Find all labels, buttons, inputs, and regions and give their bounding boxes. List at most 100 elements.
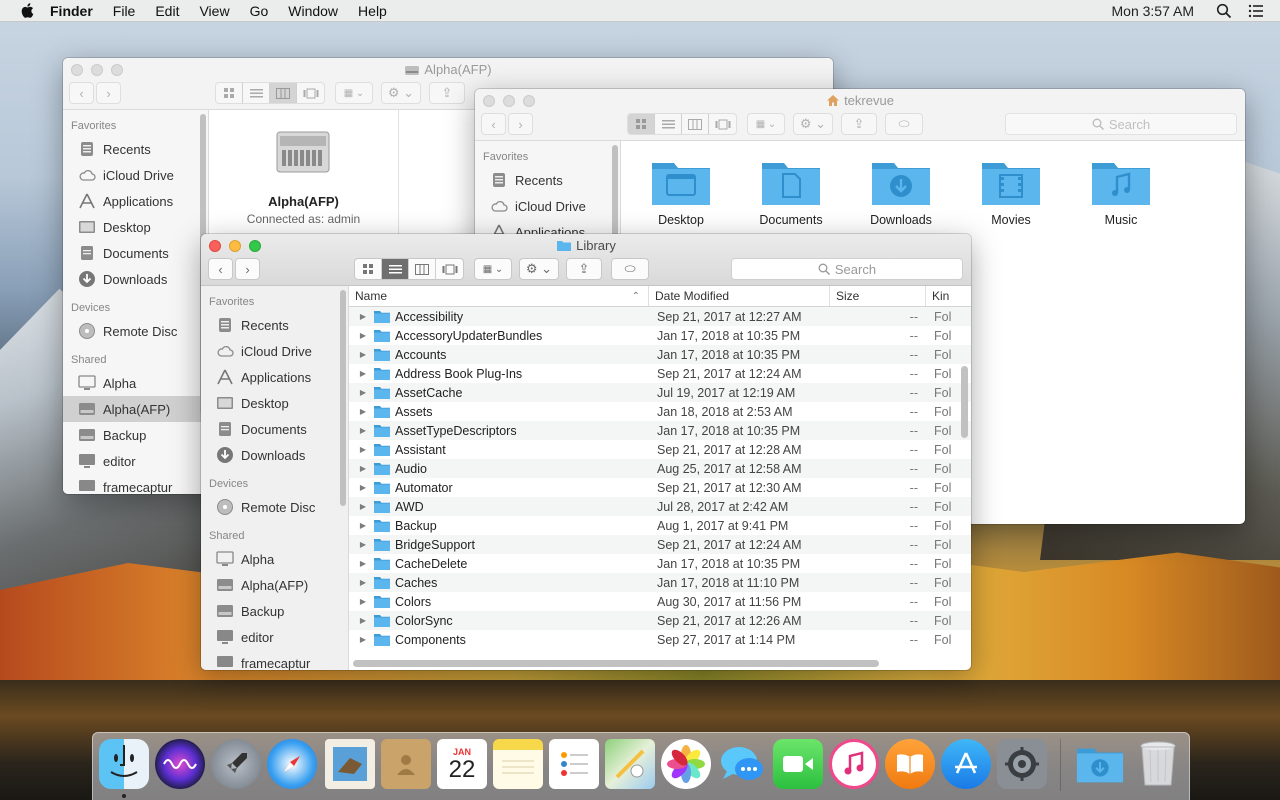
dock-notes[interactable] [493, 739, 543, 789]
table-row[interactable]: ▶AudioAug 25, 2017 at 12:58 AM--Fol [349, 459, 971, 478]
share-button[interactable]: ⇪ [566, 258, 602, 280]
table-row[interactable]: ▶AssistantSep 21, 2017 at 12:28 AM--Fol [349, 440, 971, 459]
back-button[interactable]: ‹ [69, 82, 94, 104]
dock-downloads-folder[interactable] [1075, 739, 1125, 789]
table-row[interactable]: ▶AccessibilitySep 21, 2017 at 12:27 AM--… [349, 307, 971, 326]
tags-button[interactable]: ⬭ [611, 258, 649, 280]
sidebar-item-icloud-drive[interactable]: iCloud Drive [475, 193, 620, 219]
sidebar-item-applications[interactable]: Applications [63, 188, 208, 214]
sidebar-item-downloads[interactable]: Downloads [201, 442, 348, 468]
sidebar-item-remote-disc[interactable]: Remote Disc [63, 318, 208, 344]
sidebar-item-desktop[interactable]: Desktop [201, 390, 348, 416]
share-button[interactable]: ⇪ [841, 113, 877, 135]
sidebar-item-editor[interactable]: editor [201, 624, 348, 650]
menu-go[interactable]: Go [250, 3, 269, 19]
table-row[interactable]: ▶AssetCacheJul 19, 2017 at 12:19 AM--Fol [349, 383, 971, 402]
sidebar-item-backup[interactable]: Backup [201, 598, 348, 624]
dock-safari[interactable] [267, 739, 317, 789]
table-row[interactable]: ▶ComponentsSep 27, 2017 at 1:14 PM--Fol [349, 630, 971, 649]
sidebar-item-alpha-afp[interactable]: Alpha(AFP) [63, 396, 208, 422]
folder-documents[interactable]: Documents [746, 155, 836, 227]
forward-button[interactable]: › [96, 82, 121, 104]
back-button[interactable]: ‹ [208, 258, 233, 280]
column-view-button[interactable] [682, 114, 709, 134]
dock-facetime[interactable] [773, 739, 823, 789]
disclosure-triangle-icon[interactable]: ▶ [353, 426, 373, 435]
view-mode-segment[interactable] [215, 82, 325, 104]
sidebar-item-framecaptur[interactable]: framecaptur [201, 650, 348, 670]
table-row[interactable]: ▶AccountsJan 17, 2018 at 10:35 PM--Fol [349, 345, 971, 364]
sidebar-item-downloads[interactable]: Downloads [63, 266, 208, 292]
window-titlebar[interactable]: tekrevue ‹ › ▦ ⌄ ⚙ ⌄ ⇪ ⬭ Search [475, 89, 1245, 141]
column-header-date[interactable]: Date Modified [649, 286, 830, 306]
sidebar-item-alpha[interactable]: Alpha [63, 370, 208, 396]
list-view-button[interactable] [655, 114, 682, 134]
dock-siri[interactable] [155, 739, 205, 789]
apple-menu-icon[interactable] [20, 2, 36, 19]
disclosure-triangle-icon[interactable]: ▶ [353, 578, 373, 587]
table-row[interactable]: ▶AssetTypeDescriptorsJan 17, 2018 at 10:… [349, 421, 971, 440]
disclosure-triangle-icon[interactable]: ▶ [353, 464, 373, 473]
dock-ibooks[interactable] [885, 739, 935, 789]
sidebar-item-icloud-drive[interactable]: iCloud Drive [63, 162, 208, 188]
share-button[interactable]: ⇪ [429, 82, 465, 104]
vertical-scrollbar[interactable] [961, 366, 968, 438]
disclosure-triangle-icon[interactable]: ▶ [353, 616, 373, 625]
gallery-view-button[interactable] [297, 83, 324, 103]
sidebar-item-alpha[interactable]: Alpha [201, 546, 348, 572]
disclosure-triangle-icon[interactable]: ▶ [353, 635, 373, 644]
back-button[interactable]: ‹ [481, 113, 506, 135]
icon-view-button[interactable] [216, 83, 243, 103]
view-mode-segment[interactable] [627, 113, 737, 135]
sidebar-item-applications[interactable]: Applications [201, 364, 348, 390]
column-header-kind[interactable]: Kin [926, 286, 949, 306]
table-row[interactable]: ▶AutomatorSep 21, 2017 at 12:30 AM--Fol [349, 478, 971, 497]
menu-window[interactable]: Window [288, 3, 338, 19]
dock-messages[interactable] [717, 739, 767, 789]
tags-button[interactable]: ⬭ [885, 113, 923, 135]
table-row[interactable]: ▶BackupAug 1, 2017 at 9:41 PM--Fol [349, 516, 971, 535]
disclosure-triangle-icon[interactable]: ▶ [353, 502, 373, 511]
group-by-button[interactable]: ▦ ⌄ [747, 113, 785, 135]
sidebar-item-desktop[interactable]: Desktop [63, 214, 208, 240]
table-row[interactable]: ▶ColorsAug 30, 2017 at 11:56 PM--Fol [349, 592, 971, 611]
dock-calendar[interactable]: JAN 22 [437, 739, 487, 789]
gallery-view-button[interactable] [436, 259, 463, 279]
spotlight-icon[interactable] [1216, 3, 1232, 19]
window-titlebar[interactable]: Library ‹ › ▦ ⌄ ⚙ ⌄ ⇪ ⬭ Search [201, 234, 971, 286]
sidebar-item-documents[interactable]: Documents [63, 240, 208, 266]
table-row[interactable]: ▶CacheDeleteJan 17, 2018 at 10:35 PM--Fo… [349, 554, 971, 573]
action-gear-button[interactable]: ⚙ ⌄ [381, 82, 421, 104]
list-view-button[interactable] [243, 83, 270, 103]
dock-app-store[interactable] [941, 739, 991, 789]
sidebar-scrollbar[interactable] [340, 290, 346, 506]
disclosure-triangle-icon[interactable]: ▶ [353, 597, 373, 606]
disclosure-triangle-icon[interactable]: ▶ [353, 312, 373, 321]
table-row[interactable]: ▶BridgeSupportSep 21, 2017 at 12:24 AM--… [349, 535, 971, 554]
dock-trash[interactable] [1133, 739, 1183, 789]
dock-system-preferences[interactable] [997, 739, 1047, 789]
search-field[interactable]: Search [1005, 113, 1237, 135]
dock-itunes[interactable] [829, 739, 879, 789]
dock-maps[interactable] [605, 739, 655, 789]
disclosure-triangle-icon[interactable]: ▶ [353, 331, 373, 340]
group-by-button[interactable]: ▦ ⌄ [335, 82, 373, 104]
table-row[interactable]: ▶AWDJul 28, 2017 at 2:42 AM--Fol [349, 497, 971, 516]
group-by-button[interactable]: ▦ ⌄ [474, 258, 512, 280]
folder-movies[interactable]: Movies [966, 155, 1056, 227]
sidebar-item-alpha-afp[interactable]: Alpha(AFP) [201, 572, 348, 598]
column-view-button[interactable] [409, 259, 436, 279]
table-row[interactable]: ▶AccessoryUpdaterBundlesJan 17, 2018 at … [349, 326, 971, 345]
list-view-button[interactable] [382, 259, 409, 279]
menu-finder[interactable]: Finder [50, 3, 93, 19]
folder-music[interactable]: Music [1076, 155, 1166, 227]
menubar-clock[interactable]: Mon 3:57 AM [1112, 3, 1195, 19]
table-row[interactable]: ▶AssetsJan 18, 2018 at 2:53 AM--Fol [349, 402, 971, 421]
sidebar-item-recents[interactable]: Recents [475, 167, 620, 193]
sidebar-item-recents[interactable]: Recents [63, 136, 208, 162]
table-row[interactable]: ▶CachesJan 17, 2018 at 11:10 PM--Fol [349, 573, 971, 592]
horizontal-scrollbar[interactable] [353, 660, 879, 667]
disclosure-triangle-icon[interactable]: ▶ [353, 540, 373, 549]
dock-finder[interactable] [99, 739, 149, 789]
menu-edit[interactable]: Edit [155, 3, 179, 19]
